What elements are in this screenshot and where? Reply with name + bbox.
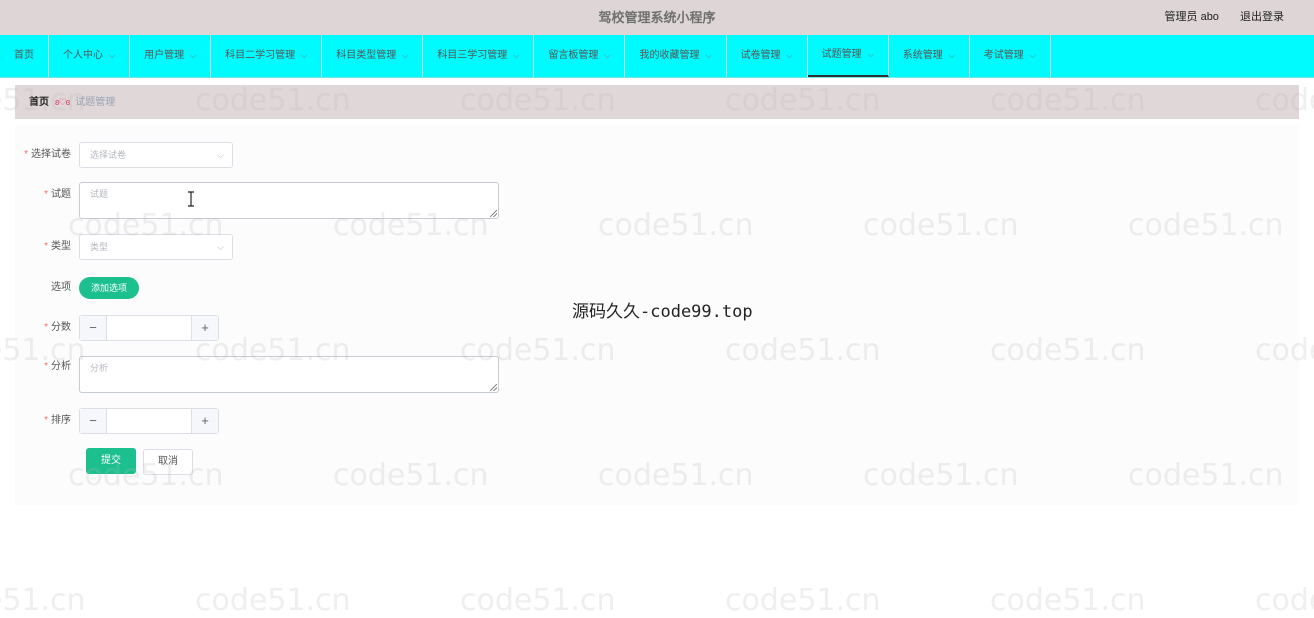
user-area: 管理员 abo 退出登录 [1147,0,1284,35]
score-stepper: − + [79,315,219,341]
nav-item-label: 考试管理 [983,50,1024,61]
nav-item-label: 科目二学习管理 [225,50,296,61]
app-title: 驾校管理系统小程序 [598,10,716,25]
chevron-down-icon: ⌵ [109,51,116,60]
nav-item-label: 系统管理 [902,50,943,61]
chevron-down-icon: ⌵ [301,51,308,60]
main-nav: 首页 个人中心 ⌵ 用户管理 ⌵ 科目二学习管理 ⌵ 科目类型管理 ⌵ 科目三学习管理 ⌵ 留言板管理… [0,35,1314,78]
breadcrumb-home[interactable]: 首页 [29,97,49,108]
nav-item[interactable]: 我的收藏管理 ⌵ [625,35,727,77]
watermark-text: code51.cn [460,583,616,618]
add-option-button[interactable]: 添加选项 [79,277,140,299]
resize-handle-icon[interactable] [490,384,497,391]
nav-item[interactable]: 首页 [0,35,49,77]
chevron-down-icon: ⌵ [1029,51,1036,60]
question-textarea[interactable]: 试题 [79,182,499,219]
type-select[interactable]: 类型 ⌵ [79,234,233,260]
order-input[interactable] [107,409,191,433]
nav-item-label: 试题管理 [821,49,862,60]
center-watermark-text: 源码久久-code99.top [572,302,753,322]
watermark-text: code51.cn [990,583,1146,618]
type-label: * 类型 [44,241,71,252]
chevron-down-icon: ⌵ [513,51,520,60]
chevron-down-icon: ⌵ [402,51,409,60]
watermark-text: code51.cn [195,583,351,618]
score-row: * 分数 − + [15,315,219,341]
plus-icon[interactable]: + [191,409,218,433]
paper-row: * 选择试卷 选择试卷 ⌵ [15,142,233,168]
minus-icon[interactable]: − [80,409,107,433]
logout-link[interactable]: 退出登录 [1240,11,1284,23]
chevron-down-icon: ⌵ [705,51,712,60]
question-label: * 试题 [44,189,71,200]
nav-item-label: 用户管理 [144,50,185,61]
type-row: * 类型 类型 ⌵ [15,234,233,260]
nav-item[interactable]: 试题管理 ⌵ [807,35,889,77]
order-stepper: − + [79,408,219,434]
analysis-row: * 分析 分析 [15,356,499,393]
options-label: 选项 [51,282,71,293]
nav-item-label: 首页 [14,50,34,61]
nav-item[interactable]: 科目三学习管理 ⌵ [423,35,535,77]
chevron-down-icon: ⌵ [604,51,611,60]
order-label: * 排序 [44,415,71,426]
breadcrumb-current: 试题管理 [75,97,116,108]
nav-item[interactable]: 系统管理 ⌵ [889,35,970,77]
nav-item-label: 留言板管理 [548,50,599,61]
nav-item[interactable]: 考试管理 ⌵ [970,35,1051,77]
nav-item[interactable]: 科目类型管理 ⌵ [322,35,424,77]
nav-item-label: 科目类型管理 [336,50,397,61]
top-header: 驾校管理系统小程序 管理员 abo 退出登录 [0,0,1314,35]
order-row: * 排序 − + [15,408,219,434]
nav-item[interactable]: 个人中心 ⌵ [49,35,131,77]
breadcrumb-separator-icon: ʚ♡ɞ [55,97,70,107]
chevron-down-icon: ⌵ [786,51,793,60]
watermark-text: code51.cn [725,583,881,618]
nav-item-label: 试卷管理 [740,50,781,61]
nav-item-label: 个人中心 [63,50,103,61]
nav-item-label: 我的收藏管理 [639,50,700,61]
plus-icon[interactable]: + [191,316,218,340]
paper-select[interactable]: 选择试卷 ⌵ [79,142,233,168]
nav-item-label: 科目三学习管理 [437,50,508,61]
watermark-text: code51.cn [1255,583,1314,618]
chevron-down-icon: ⌵ [190,51,197,60]
paper-label: * 选择试卷 [24,149,71,160]
question-row: * 试题 试题 [15,182,499,219]
minus-icon[interactable]: − [80,316,107,340]
analysis-label: * 分析 [44,361,71,372]
nav-item[interactable]: 科目二学习管理 ⌵ [211,35,323,77]
cancel-button[interactable]: 取消 [143,449,193,475]
chevron-down-icon: ⌵ [217,150,224,160]
score-input[interactable] [107,316,191,340]
text-cursor-icon [188,191,194,207]
nav-item[interactable]: 留言板管理 ⌵ [534,35,626,77]
nav-item[interactable]: 用户管理 ⌵ [130,35,212,77]
submit-button[interactable]: 提交 [86,448,136,474]
score-label: * 分数 [44,322,71,333]
admin-user-label[interactable]: 管理员 abo [1165,11,1219,23]
analysis-textarea[interactable]: 分析 [79,356,499,393]
resize-handle-icon[interactable] [490,210,497,217]
watermark-text: code51.cn [0,583,86,618]
chevron-down-icon: ⌵ [867,50,874,59]
chevron-down-icon: ⌵ [948,51,955,60]
options-row: 选项 添加选项 [15,277,140,299]
nav-item[interactable]: 试卷管理 ⌵ [727,35,808,77]
chevron-down-icon: ⌵ [217,242,224,252]
breadcrumb: 首页 ʚ♡ɞ 试题管理 [15,85,1299,119]
